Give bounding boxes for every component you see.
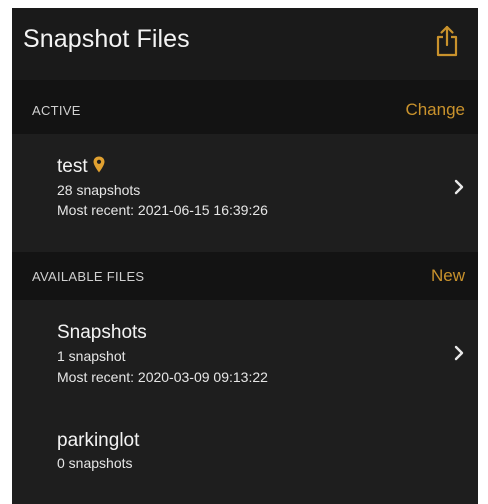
active-file-row[interactable]: test 28 snapshots Most recent: 2021-06-1… (12, 134, 478, 252)
section-label-available: AVAILABLE FILES (32, 269, 145, 284)
file-row-snapshots[interactable]: Snapshots 1 snapshot Most recent: 2020-0… (12, 300, 478, 414)
section-header-available: AVAILABLE FILES New (12, 254, 478, 298)
section-label-active: ACTIVE (32, 103, 81, 118)
page-title: Snapshot Files (23, 25, 190, 53)
file-name: parkinglot (57, 430, 140, 451)
change-button[interactable]: Change (405, 100, 465, 120)
location-pin-icon (93, 156, 105, 173)
snapshot-count: 28 snapshots (57, 182, 141, 198)
file-name: Snapshots (57, 322, 147, 343)
share-button[interactable] (432, 24, 462, 58)
most-recent: Most recent: 2021-06-15 16:39:26 (57, 202, 268, 218)
file-row-parkinglot[interactable]: parkinglot 0 snapshots (12, 414, 478, 504)
file-name: test (57, 156, 105, 178)
chevron-right-icon (454, 345, 464, 361)
share-icon (436, 25, 458, 57)
snapshot-count: 1 snapshot (57, 348, 126, 364)
most-recent: Most recent: 2020-03-09 09:13:22 (57, 369, 268, 385)
file-name-text: test (57, 156, 88, 177)
chevron-right-icon (454, 179, 464, 195)
section-header-active: ACTIVE Change (12, 88, 478, 132)
app-screen: Snapshot Files ACTIVE Change test 28 sna… (12, 8, 478, 504)
navigation-bar: Snapshot Files (12, 8, 478, 80)
snapshot-count: 0 snapshots (57, 455, 133, 471)
new-file-button[interactable]: New (431, 266, 465, 286)
